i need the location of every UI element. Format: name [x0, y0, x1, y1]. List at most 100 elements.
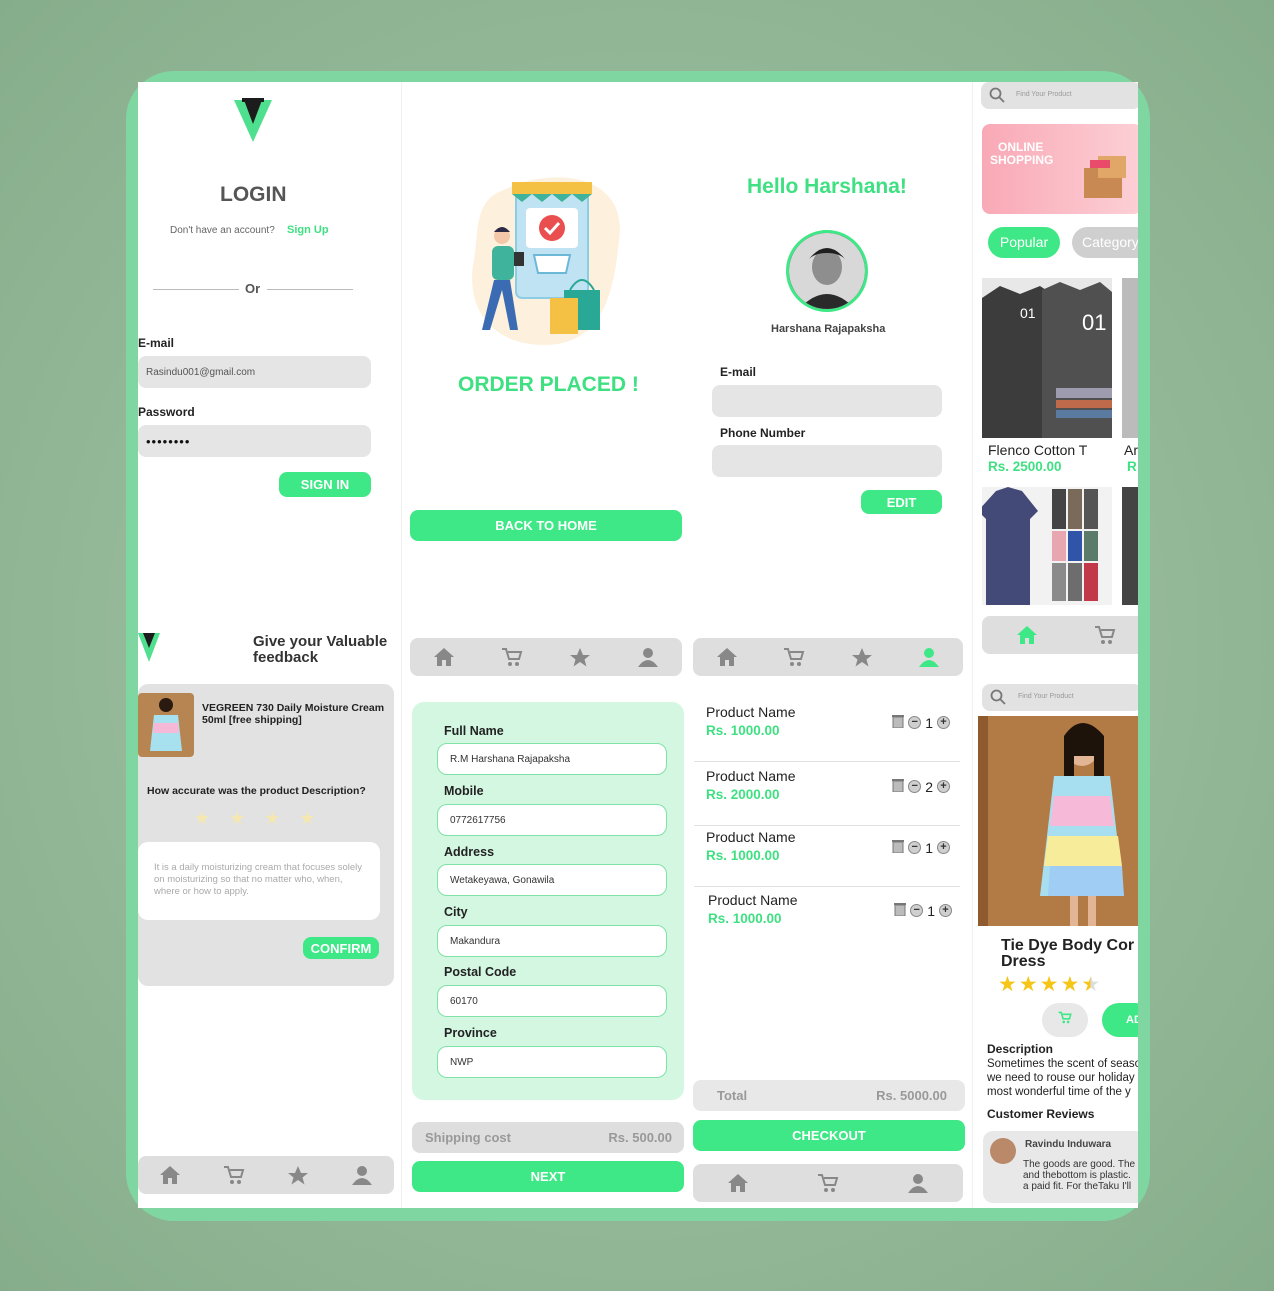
- promo-banner[interactable]: ONLINE SHOPPING: [982, 124, 1138, 214]
- home-icon[interactable]: [1016, 624, 1038, 646]
- detail-product-image: [978, 716, 1138, 926]
- checkout-button[interactable]: CHECKOUT: [693, 1120, 965, 1151]
- profile-phone-field[interactable]: [712, 445, 942, 477]
- star-icon[interactable]: ★: [194, 808, 210, 829]
- full-name-input[interactable]: R.M Harshana Rajapaksha: [437, 743, 667, 775]
- reviews-label: Customer Reviews: [987, 1107, 1095, 1121]
- login-password-field[interactable]: ••••••••: [138, 425, 371, 457]
- password-label: Password: [138, 405, 195, 419]
- decrement-button[interactable]: −: [908, 780, 922, 793]
- cart-top-nav: [693, 638, 963, 676]
- no-account-text: Don't have an account?: [170, 225, 275, 236]
- login-email-field[interactable]: Rasindu001@gmail.com: [138, 356, 371, 388]
- next-button[interactable]: NEXT: [412, 1161, 684, 1192]
- home-icon[interactable]: [727, 1172, 749, 1194]
- postal-code-input[interactable]: 60170: [437, 985, 667, 1017]
- home-icon[interactable]: [159, 1164, 181, 1186]
- star-rating[interactable]: ★ ★ ★ ★: [194, 808, 316, 829]
- shipping-cost-value: Rs. 500.00: [608, 1130, 672, 1145]
- reviewer-name: Ravindu Induwara: [1025, 1139, 1112, 1150]
- product-card-1-image[interactable]: 01 01: [982, 278, 1112, 438]
- review-line3: a paid fit. For theTaku I'll: [1023, 1181, 1132, 1192]
- feedback-logo: [138, 631, 160, 663]
- product-1-price: Rs. 2500.00: [988, 459, 1062, 474]
- profile-greeting: Hello Harshana!: [747, 175, 907, 198]
- back-to-home-button[interactable]: BACK TO HOME: [410, 510, 682, 541]
- tab-category[interactable]: Category: [1072, 227, 1138, 258]
- decrement-button[interactable]: −: [908, 716, 922, 729]
- divider: [972, 82, 973, 1208]
- trash-icon[interactable]: [892, 839, 905, 856]
- city-input[interactable]: Makandura: [437, 925, 667, 957]
- star-icon: ★: [1018, 973, 1038, 996]
- home-icon[interactable]: [716, 646, 738, 668]
- increment-button[interactable]: +: [937, 716, 950, 729]
- profile-email-field[interactable]: [712, 385, 942, 417]
- detail-search-placeholder: Find Your Product: [1018, 693, 1074, 700]
- star-icon[interactable]: [569, 646, 591, 668]
- decrement-button[interactable]: −: [910, 904, 924, 917]
- star-icon[interactable]: ★: [229, 808, 245, 829]
- detail-title-2: Dress: [1001, 953, 1046, 970]
- or-line-left: [153, 289, 239, 290]
- tab-category-label: Category: [1082, 234, 1138, 250]
- star-icon[interactable]: ★: [264, 808, 280, 829]
- cart-icon[interactable]: [501, 646, 523, 668]
- cart-icon[interactable]: [783, 646, 805, 668]
- shipping-cost-bar: Shipping cost Rs. 500.00: [412, 1122, 684, 1153]
- review-textarea[interactable]: It is a daily moisturizing cream that fo…: [138, 842, 380, 920]
- trash-icon[interactable]: [892, 778, 905, 795]
- user-icon[interactable]: [907, 1172, 929, 1194]
- signin-button[interactable]: SIGN IN: [279, 472, 371, 497]
- product-card-4-image[interactable]: [1122, 487, 1138, 605]
- total-value: Rs. 5000.00: [876, 1088, 947, 1103]
- form-label-mobile: Mobile: [444, 784, 484, 798]
- banner-line2: SHOPPING: [990, 153, 1054, 167]
- cart-icon[interactable]: [1094, 624, 1116, 646]
- user-icon[interactable]: [637, 646, 659, 668]
- detail-search-bar[interactable]: Find Your Product: [982, 684, 1138, 711]
- decrement-button[interactable]: −: [908, 841, 922, 854]
- add-button[interactable]: AD: [1102, 1003, 1138, 1037]
- province-input[interactable]: NWP: [437, 1046, 667, 1078]
- screen-canvas: LOGIN Don't have an account? Sign Up Or …: [138, 82, 1138, 1208]
- star-icon[interactable]: [287, 1164, 309, 1186]
- shipping-cost-label: Shipping cost: [425, 1130, 511, 1145]
- edit-button[interactable]: EDIT: [861, 490, 942, 514]
- search-icon: [989, 87, 1005, 108]
- quantity-value: 1: [925, 839, 933, 856]
- review-card: Ravindu Induwara The goods are good. The…: [983, 1131, 1138, 1203]
- home-search-bar[interactable]: Find Your Product: [981, 82, 1138, 109]
- product-2-price: R: [1127, 459, 1137, 474]
- tab-popular[interactable]: Popular: [988, 227, 1060, 258]
- cart-item-name: Product Name: [708, 892, 798, 908]
- signup-link[interactable]: Sign Up: [287, 224, 329, 236]
- product-card-2-image[interactable]: [1122, 278, 1138, 438]
- user-icon[interactable]: [918, 646, 940, 668]
- star-icon[interactable]: [851, 646, 873, 668]
- cart-icon[interactable]: [223, 1164, 245, 1186]
- review-text: It is a daily moisturizing cream that fo…: [154, 862, 363, 897]
- trash-icon[interactable]: [892, 714, 905, 731]
- add-to-cart-icon-button[interactable]: [1042, 1003, 1088, 1037]
- quantity-value: 1: [925, 714, 933, 731]
- cart-item: Product Name Rs. 2000.00 − 2 +: [694, 766, 960, 826]
- form-label-province: Province: [444, 1026, 497, 1040]
- address-input[interactable]: Wetakeyawa, Gonawila: [437, 864, 667, 896]
- confirm-button[interactable]: CONFIRM: [303, 937, 379, 959]
- increment-button[interactable]: +: [937, 841, 950, 854]
- user-icon[interactable]: [351, 1164, 373, 1186]
- product-card-3-image[interactable]: [982, 487, 1112, 605]
- cart-bottom-nav: [693, 1164, 963, 1202]
- product-1-name: Flenco Cotton T: [988, 442, 1088, 458]
- form-label-city: City: [444, 905, 468, 919]
- increment-button[interactable]: +: [937, 780, 950, 793]
- increment-button[interactable]: +: [939, 904, 952, 917]
- mobile-input[interactable]: 0772617756: [437, 804, 667, 836]
- star-icon[interactable]: ★: [299, 808, 315, 829]
- cart-icon[interactable]: [817, 1172, 839, 1194]
- review-line1: The goods are good. The: [1023, 1159, 1136, 1170]
- description-line1: Sometimes the scent of seaso: [987, 1058, 1138, 1070]
- trash-icon[interactable]: [894, 902, 907, 919]
- home-icon[interactable]: [433, 646, 455, 668]
